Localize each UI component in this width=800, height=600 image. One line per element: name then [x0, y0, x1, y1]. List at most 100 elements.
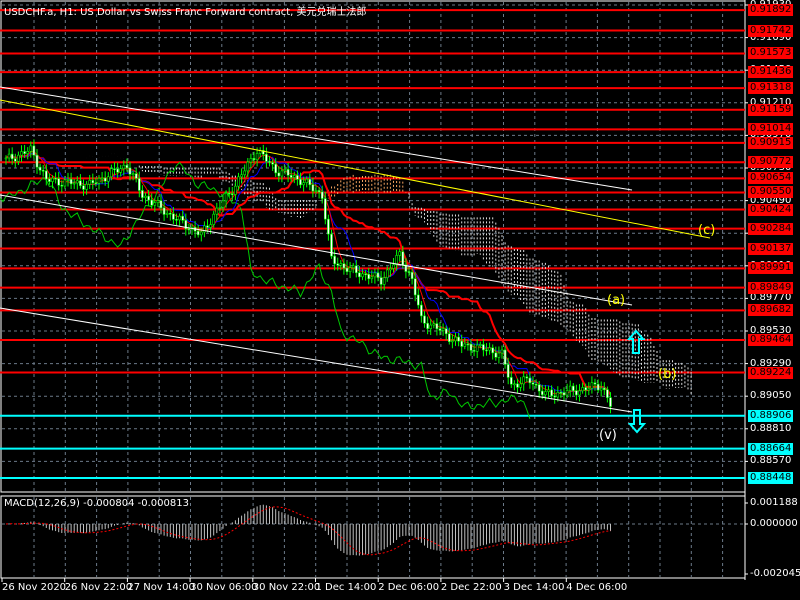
- candle-body: [131, 173, 135, 176]
- candle-body: [351, 265, 355, 268]
- candle-body: [488, 347, 491, 351]
- candle-body: [395, 255, 398, 266]
- macd-axis-label: 0.001188: [748, 497, 800, 509]
- candle-body: [575, 390, 578, 396]
- candle-body: [212, 213, 215, 225]
- candle-body: [82, 185, 85, 190]
- candle-body: [209, 224, 212, 228]
- candle-body: [606, 389, 609, 398]
- candle-body: [339, 263, 343, 266]
- time-axis-label: 2 Dec 06:00: [378, 582, 440, 593]
- wave-label-v: (v): [599, 428, 617, 443]
- candle-body: [556, 392, 560, 398]
- candle-body: [478, 344, 482, 346]
- resistance-level-label[interactable]: 0.90137: [748, 242, 794, 255]
- macd-label: MACD(12,26,9) -0.000804 -0.000813: [4, 498, 189, 509]
- candle-body: [178, 215, 181, 221]
- candle-body: [525, 376, 529, 379]
- resistance-level-label[interactable]: 0.91159: [748, 103, 794, 116]
- candle-body: [292, 175, 296, 178]
- candle-body: [420, 304, 423, 317]
- time-axis-label: 4 Dec 06:00: [566, 582, 628, 593]
- candle-body: [302, 182, 305, 186]
- support-level-label[interactable]: 0.88664: [748, 442, 794, 455]
- candle-body: [94, 182, 98, 185]
- candle-body: [376, 272, 380, 278]
- candle-body: [113, 168, 116, 171]
- candle-body: [308, 178, 312, 186]
- resistance-level-label[interactable]: 0.90550: [748, 186, 794, 199]
- candle-body: [79, 180, 82, 186]
- candle-body: [500, 349, 504, 354]
- candle-body: [107, 176, 110, 182]
- candle-body: [119, 168, 122, 173]
- candle-body: [125, 164, 129, 169]
- resistance-level-label[interactable]: 0.89682: [748, 304, 794, 317]
- macd-axis-label: 0.000000: [748, 518, 800, 530]
- candle-body: [531, 382, 535, 385]
- candle-body: [370, 276, 374, 280]
- resistance-level-label[interactable]: 0.91318: [748, 82, 794, 95]
- support-level-label[interactable]: 0.88906: [748, 409, 794, 422]
- price-chart[interactable]: [0, 0, 800, 600]
- candle-body: [153, 202, 157, 206]
- resistance-level-label[interactable]: 0.91436: [748, 66, 794, 79]
- time-axis-label: 26 Nov 22:00: [64, 582, 133, 593]
- candle-body: [200, 231, 203, 236]
- candle-body: [379, 277, 383, 285]
- price-grid-label: 0.88570: [748, 455, 794, 468]
- candle-body: [274, 163, 278, 174]
- candle-body: [41, 170, 45, 172]
- candle-body: [327, 218, 330, 235]
- resistance-level-label[interactable]: 0.90915: [748, 136, 794, 149]
- support-level-label[interactable]: 0.88448: [748, 471, 794, 484]
- candle-body: [447, 333, 451, 342]
- candle-body: [568, 385, 572, 391]
- candle-body: [438, 328, 442, 331]
- candle-body: [122, 164, 126, 170]
- candle-body: [413, 278, 417, 296]
- candle-body: [385, 269, 389, 279]
- resistance-level-label[interactable]: 0.91892: [748, 4, 794, 17]
- candle-body: [165, 212, 169, 215]
- candle-body: [392, 264, 395, 269]
- candle-body: [51, 177, 54, 182]
- candle-body: [227, 192, 231, 195]
- resistance-level-label[interactable]: 0.90424: [748, 203, 794, 216]
- up-arrow-icon: [626, 329, 646, 354]
- resistance-level-label[interactable]: 0.91742: [748, 24, 794, 37]
- resistance-level-label[interactable]: 0.90284: [748, 222, 794, 235]
- candle-body: [361, 273, 364, 278]
- candle-body: [110, 168, 113, 178]
- candle-body: [320, 191, 324, 199]
- candle-body: [172, 213, 175, 220]
- resistance-level-label[interactable]: 0.90772: [748, 156, 794, 169]
- resistance-level-label[interactable]: 0.89464: [748, 333, 794, 346]
- candle-body: [451, 340, 454, 343]
- resistance-level-label[interactable]: 0.89224: [748, 366, 794, 379]
- resistance-level-label[interactable]: 0.90654: [748, 172, 794, 185]
- time-axis-label: 2 Dec 22:00: [440, 582, 502, 593]
- candle-body: [255, 153, 259, 161]
- candle-body: [20, 151, 23, 156]
- resistance-level-label[interactable]: 0.89991: [748, 262, 794, 275]
- candle-body: [584, 387, 588, 391]
- candle-body: [268, 161, 271, 163]
- candle-body: [85, 183, 88, 190]
- time-axis-label: 30 Nov 22:00: [252, 582, 321, 593]
- price-grid-label: 0.88810: [748, 422, 794, 435]
- candle-body: [590, 382, 594, 389]
- candle-body: [48, 178, 51, 182]
- time-axis-label: 30 Nov 06:00: [190, 582, 258, 593]
- candle-body: [76, 180, 79, 184]
- resistance-level-label[interactable]: 0.89849: [748, 281, 794, 294]
- resistance-level-label[interactable]: 0.91573: [748, 47, 794, 60]
- candle-body: [463, 343, 467, 347]
- candle-body: [162, 207, 166, 215]
- candle-body: [506, 364, 510, 378]
- candle-body: [559, 392, 563, 394]
- candle-body: [54, 177, 57, 180]
- yellow-trendline: [0, 99, 711, 239]
- chart-title: USDCHF.a, H1: US Dollar vs Swiss Franc F…: [4, 7, 367, 18]
- resistance-level-label[interactable]: 0.91014: [748, 123, 794, 136]
